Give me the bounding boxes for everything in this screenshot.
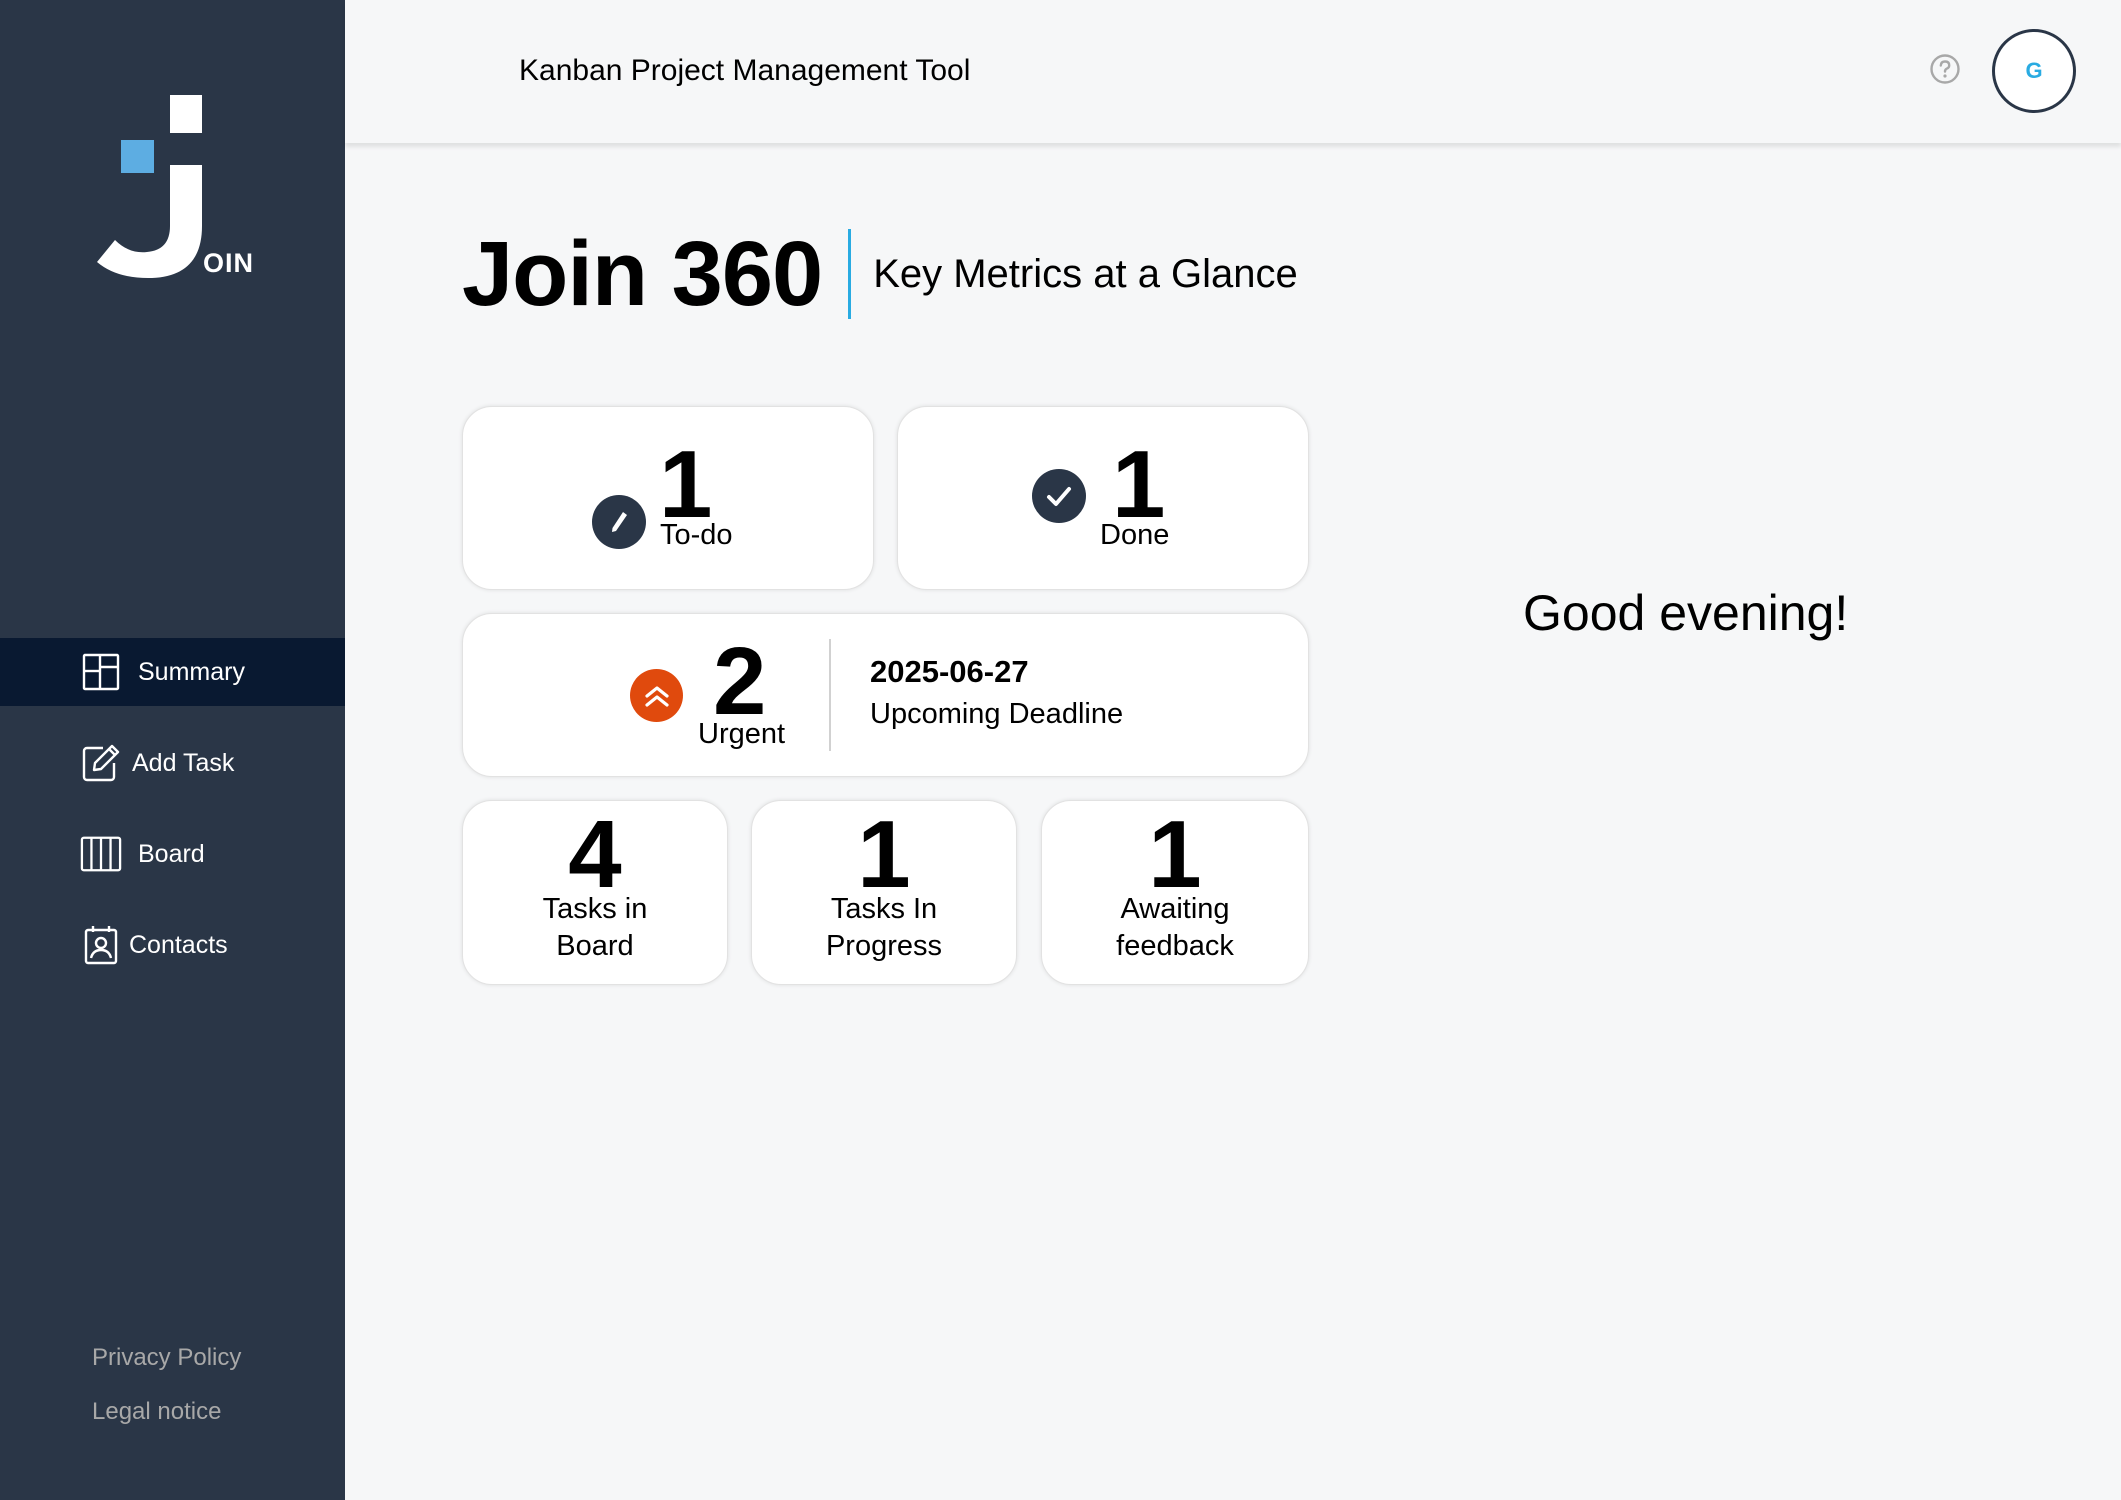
tasks-in-progress-card[interactable]: 1 Tasks In Progress [751, 800, 1017, 985]
top-header: Kanban Project Management Tool G [345, 0, 2121, 143]
deadline-label: Upcoming Deadline [870, 698, 1124, 730]
sidebar-item-label: Add Task [132, 748, 235, 777]
page-heading: Join 360 Key Metrics at a Glance [462, 228, 1298, 320]
add-task-icon [80, 742, 122, 784]
todo-card[interactable]: 1 To-do [462, 406, 874, 590]
board-icon [80, 833, 122, 875]
contacts-icon [80, 924, 122, 966]
deadline-date: 2025-06-27 [870, 654, 1029, 689]
tasks-in-board-label-line2: Board [556, 930, 634, 962]
sidebar-item-contacts[interactable]: Contacts [0, 911, 345, 979]
sidebar-item-board[interactable]: Board [0, 820, 345, 888]
urgent-double-chevron-icon [630, 669, 683, 722]
tasks-in-progress-label-line1: Tasks In [830, 893, 938, 925]
awaiting-feedback-count: 1 [1148, 801, 1202, 908]
greeting-text: Good evening! [1523, 585, 1849, 641]
summary-icon [80, 651, 122, 693]
sidebar-item-summary[interactable]: Summary [0, 638, 345, 706]
tasks-in-progress-label-line2: Progress [825, 930, 943, 962]
page-title: Join 360 [462, 223, 823, 325]
urgent-divider [829, 639, 831, 751]
sidebar-item-label: Summary [138, 657, 245, 686]
privacy-policy-link[interactable]: Privacy Policy [92, 1344, 241, 1372]
sidebar: OIN Summary Add Task Board Contacts Priv… [0, 0, 345, 1500]
urgent-card[interactable]: 2 Urgent 2025-06-27 Upcoming Deadline [462, 613, 1309, 777]
pencil-icon [592, 495, 646, 549]
sidebar-nav: Summary Add Task Board Contacts [0, 638, 345, 979]
urgent-count: 2 [713, 628, 767, 735]
done-card[interactable]: 1 Done [897, 406, 1309, 590]
tasks-in-board-label-line1: Tasks in [542, 893, 648, 925]
sidebar-item-add-task[interactable]: Add Task [0, 729, 345, 797]
tasks-in-progress-label: Tasks In Progress [752, 891, 1016, 965]
user-avatar[interactable]: G [1992, 29, 2076, 113]
check-icon [1032, 469, 1086, 523]
heading-divider [848, 229, 852, 319]
logo-text: OIN [203, 248, 255, 278]
awaiting-feedback-card[interactable]: 1 Awaiting feedback [1041, 800, 1309, 985]
tasks-in-board-card[interactable]: 4 Tasks in Board [462, 800, 728, 985]
tasks-in-board-label: Tasks in Board [463, 891, 727, 965]
sidebar-item-label: Contacts [129, 930, 228, 959]
help-icon[interactable] [1929, 53, 1961, 85]
awaiting-feedback-label-line1: Awaiting [1120, 893, 1230, 925]
legal-links: Privacy Policy Legal notice [92, 1344, 241, 1426]
todo-label: To-do [660, 519, 733, 551]
legal-notice-link[interactable]: Legal notice [92, 1398, 241, 1426]
tasks-in-board-count: 4 [568, 801, 622, 908]
sidebar-item-label: Board [138, 839, 205, 868]
urgent-label: Urgent [698, 718, 786, 750]
awaiting-feedback-label: Awaiting feedback [1042, 891, 1308, 965]
awaiting-feedback-label-line2: feedback [1116, 930, 1234, 962]
tasks-in-progress-count: 1 [857, 801, 911, 908]
app-title: Kanban Project Management Tool [519, 54, 971, 87]
done-label: Done [1100, 519, 1170, 551]
page-subtitle: Key Metrics at a Glance [873, 251, 1298, 296]
